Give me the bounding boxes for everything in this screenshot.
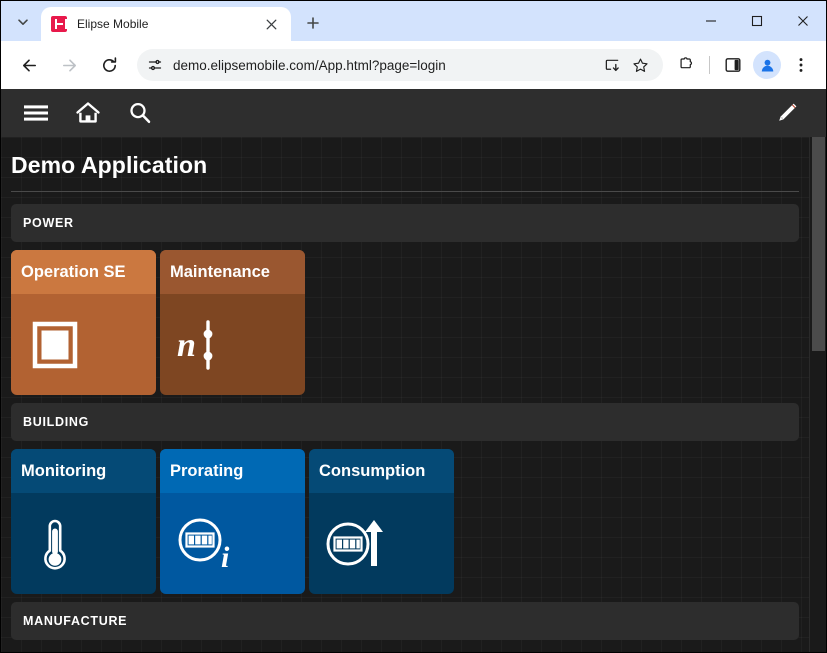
minimize-button[interactable] bbox=[688, 4, 734, 38]
section-label: MANUFACTURE bbox=[23, 614, 127, 628]
page-viewport: Demo Application POWER Operation SE bbox=[1, 89, 826, 652]
back-arrow-icon[interactable] bbox=[13, 49, 45, 81]
thermometer-icon bbox=[27, 516, 83, 572]
address-bar[interactable]: demo.elipsemobile.com/App.html?page=logi… bbox=[137, 49, 663, 81]
svg-text:i: i bbox=[221, 541, 230, 574]
tile-label: Operation SE bbox=[21, 263, 126, 282]
elipse-logo-favicon-icon bbox=[51, 16, 67, 32]
section-label: POWER bbox=[23, 216, 74, 230]
close-window-button[interactable] bbox=[780, 4, 826, 38]
tile-label: Maintenance bbox=[170, 263, 270, 282]
page-content: Demo Application POWER Operation SE bbox=[1, 137, 826, 652]
site-settings-icon[interactable] bbox=[143, 53, 167, 77]
search-icon[interactable] bbox=[119, 93, 161, 133]
tile-row-building: Monitoring bbox=[11, 449, 799, 594]
section-header-manufacture[interactable]: MANUFACTURE bbox=[11, 602, 799, 640]
maximize-button[interactable] bbox=[734, 4, 780, 38]
section-header-power[interactable]: POWER bbox=[11, 204, 799, 242]
close-icon[interactable] bbox=[261, 14, 281, 34]
square-outline-icon bbox=[27, 317, 83, 373]
side-panel-icon[interactable] bbox=[718, 50, 748, 80]
profile-avatar-icon[interactable] bbox=[753, 51, 781, 79]
tile-header: Monitoring bbox=[11, 449, 156, 493]
tile-header: Consumption bbox=[309, 449, 454, 493]
section-power: POWER Operation SE bbox=[11, 204, 799, 395]
svg-text:n: n bbox=[177, 327, 196, 364]
section-label: BUILDING bbox=[23, 415, 89, 429]
three-dot-menu-icon[interactable] bbox=[786, 50, 816, 80]
tile-monitoring[interactable]: Monitoring bbox=[11, 449, 156, 594]
new-tab-button[interactable] bbox=[299, 9, 327, 37]
tile-header: Prorating bbox=[160, 449, 305, 493]
pencil-edit-icon[interactable] bbox=[766, 93, 808, 133]
url-text[interactable]: demo.elipsemobile.com/App.html?page=logi… bbox=[173, 58, 597, 73]
tile-body bbox=[11, 493, 156, 594]
tile-header: Operation SE bbox=[11, 250, 156, 294]
tab-search-chevron-icon[interactable] bbox=[9, 8, 37, 36]
browser-tab[interactable]: Elipse Mobile bbox=[41, 7, 291, 41]
extensions-puzzle-icon[interactable] bbox=[671, 50, 701, 80]
bookmark-star-icon[interactable] bbox=[627, 52, 653, 78]
app-toolbar bbox=[1, 89, 826, 137]
tile-body: n bbox=[160, 294, 305, 395]
browser-window: Elipse Mobile bbox=[0, 0, 827, 653]
tile-operation-se[interactable]: Operation SE bbox=[11, 250, 156, 395]
tile-prorating[interactable]: Prorating bbox=[160, 449, 305, 594]
n-circuit-node-icon: n bbox=[176, 317, 236, 373]
window-controls bbox=[688, 1, 826, 41]
section-header-building[interactable]: BUILDING bbox=[11, 403, 799, 441]
tab-title: Elipse Mobile bbox=[77, 17, 261, 31]
tile-header: Maintenance bbox=[160, 250, 305, 294]
tile-body: i bbox=[160, 493, 305, 594]
section-manufacture: MANUFACTURE bbox=[11, 602, 799, 640]
tab-strip: Elipse Mobile bbox=[1, 1, 826, 41]
tile-row-power: Operation SE bbox=[11, 250, 799, 395]
tile-body bbox=[309, 493, 454, 594]
hamburger-menu-icon[interactable] bbox=[15, 93, 57, 133]
tile-label: Prorating bbox=[170, 462, 243, 481]
vertical-scrollbar[interactable] bbox=[809, 89, 826, 652]
section-building: BUILDING Monitoring bbox=[11, 403, 799, 594]
reload-icon[interactable] bbox=[93, 49, 125, 81]
tile-label: Monitoring bbox=[21, 462, 106, 481]
browser-toolbar: demo.elipsemobile.com/App.html?page=logi… bbox=[1, 41, 826, 89]
tile-maintenance[interactable]: Maintenance n bbox=[160, 250, 305, 395]
meter-info-icon: i bbox=[176, 516, 240, 572]
tile-label: Consumption bbox=[319, 462, 425, 481]
tile-body bbox=[11, 294, 156, 395]
toolbar-divider bbox=[709, 56, 710, 74]
page-title: Demo Application bbox=[1, 137, 799, 191]
home-icon[interactable] bbox=[67, 93, 109, 133]
forward-arrow-icon bbox=[53, 49, 85, 81]
meter-up-arrow-icon bbox=[325, 516, 389, 572]
install-app-icon[interactable] bbox=[599, 52, 625, 78]
title-divider bbox=[11, 191, 799, 192]
tile-consumption[interactable]: Consumption bbox=[309, 449, 454, 594]
